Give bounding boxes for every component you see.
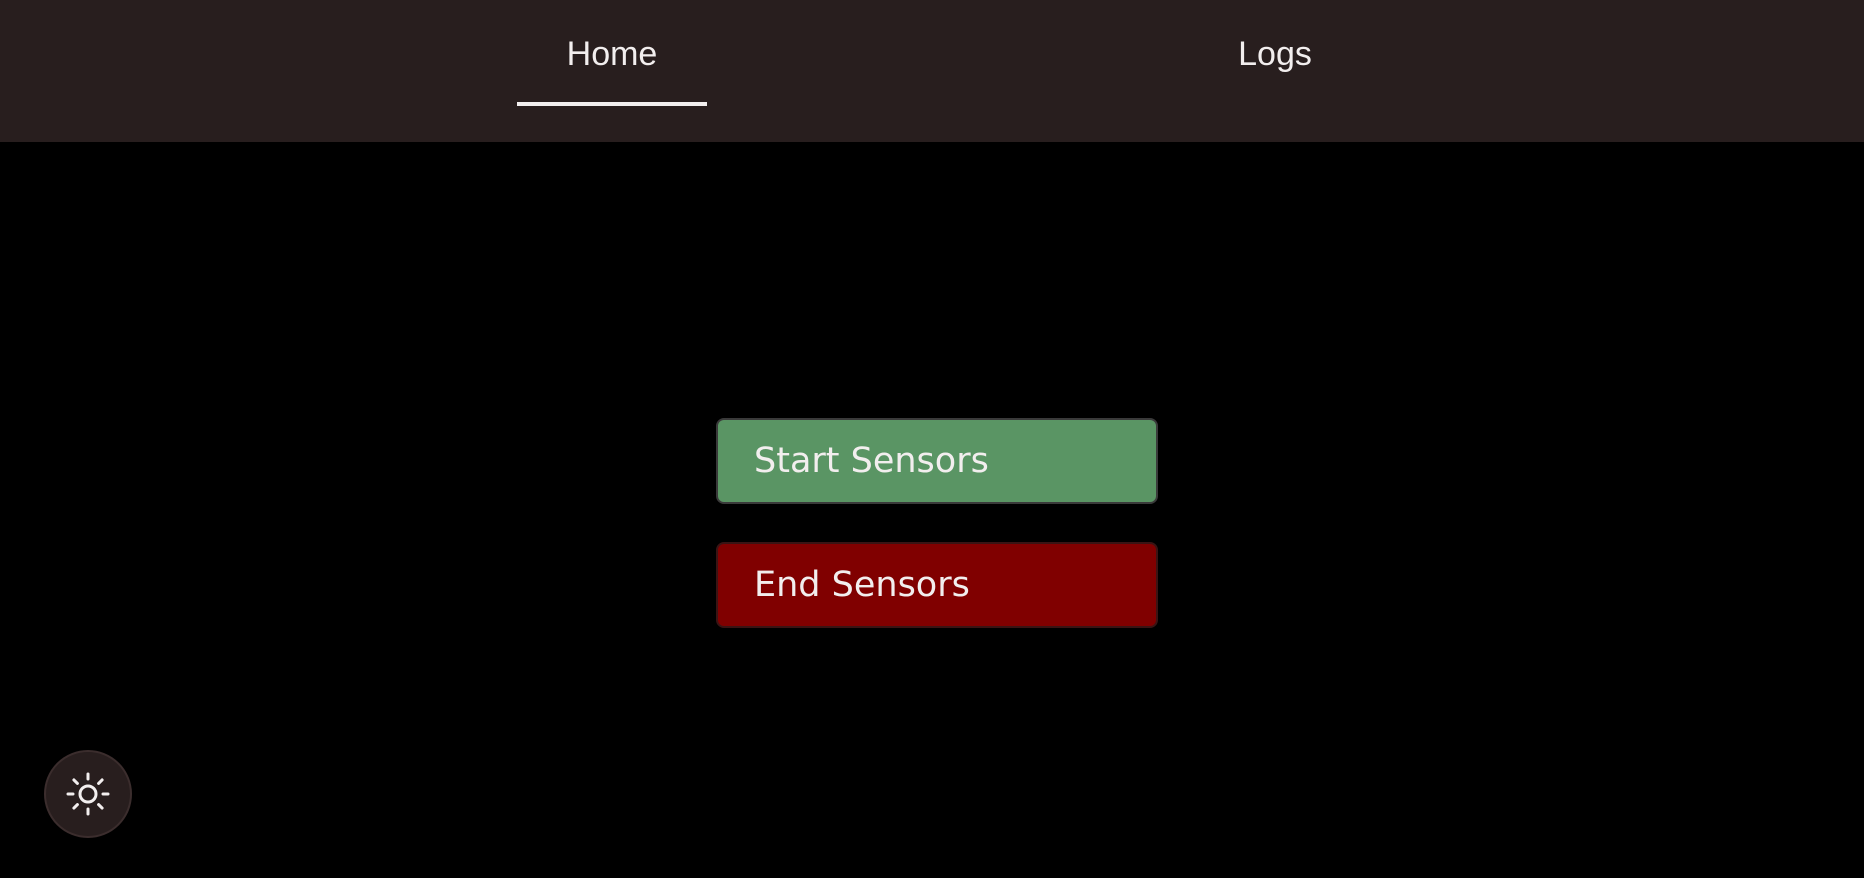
tab-home[interactable]: Home: [517, 0, 707, 108]
end-sensors-label: End Sensors: [754, 565, 970, 605]
theme-toggle-button[interactable]: [44, 750, 132, 838]
tab-logs-label: Logs: [1238, 34, 1312, 73]
sun-icon: [66, 772, 110, 816]
active-tab-indicator: [517, 102, 707, 106]
end-sensors-button[interactable]: End Sensors: [716, 542, 1158, 628]
start-sensors-label: Start Sensors: [754, 441, 989, 481]
tab-logs[interactable]: Logs: [1180, 0, 1370, 108]
tab-home-label: Home: [566, 34, 658, 73]
top-navigation-bar: Home Logs: [0, 0, 1864, 142]
start-sensors-button[interactable]: Start Sensors: [716, 418, 1158, 504]
